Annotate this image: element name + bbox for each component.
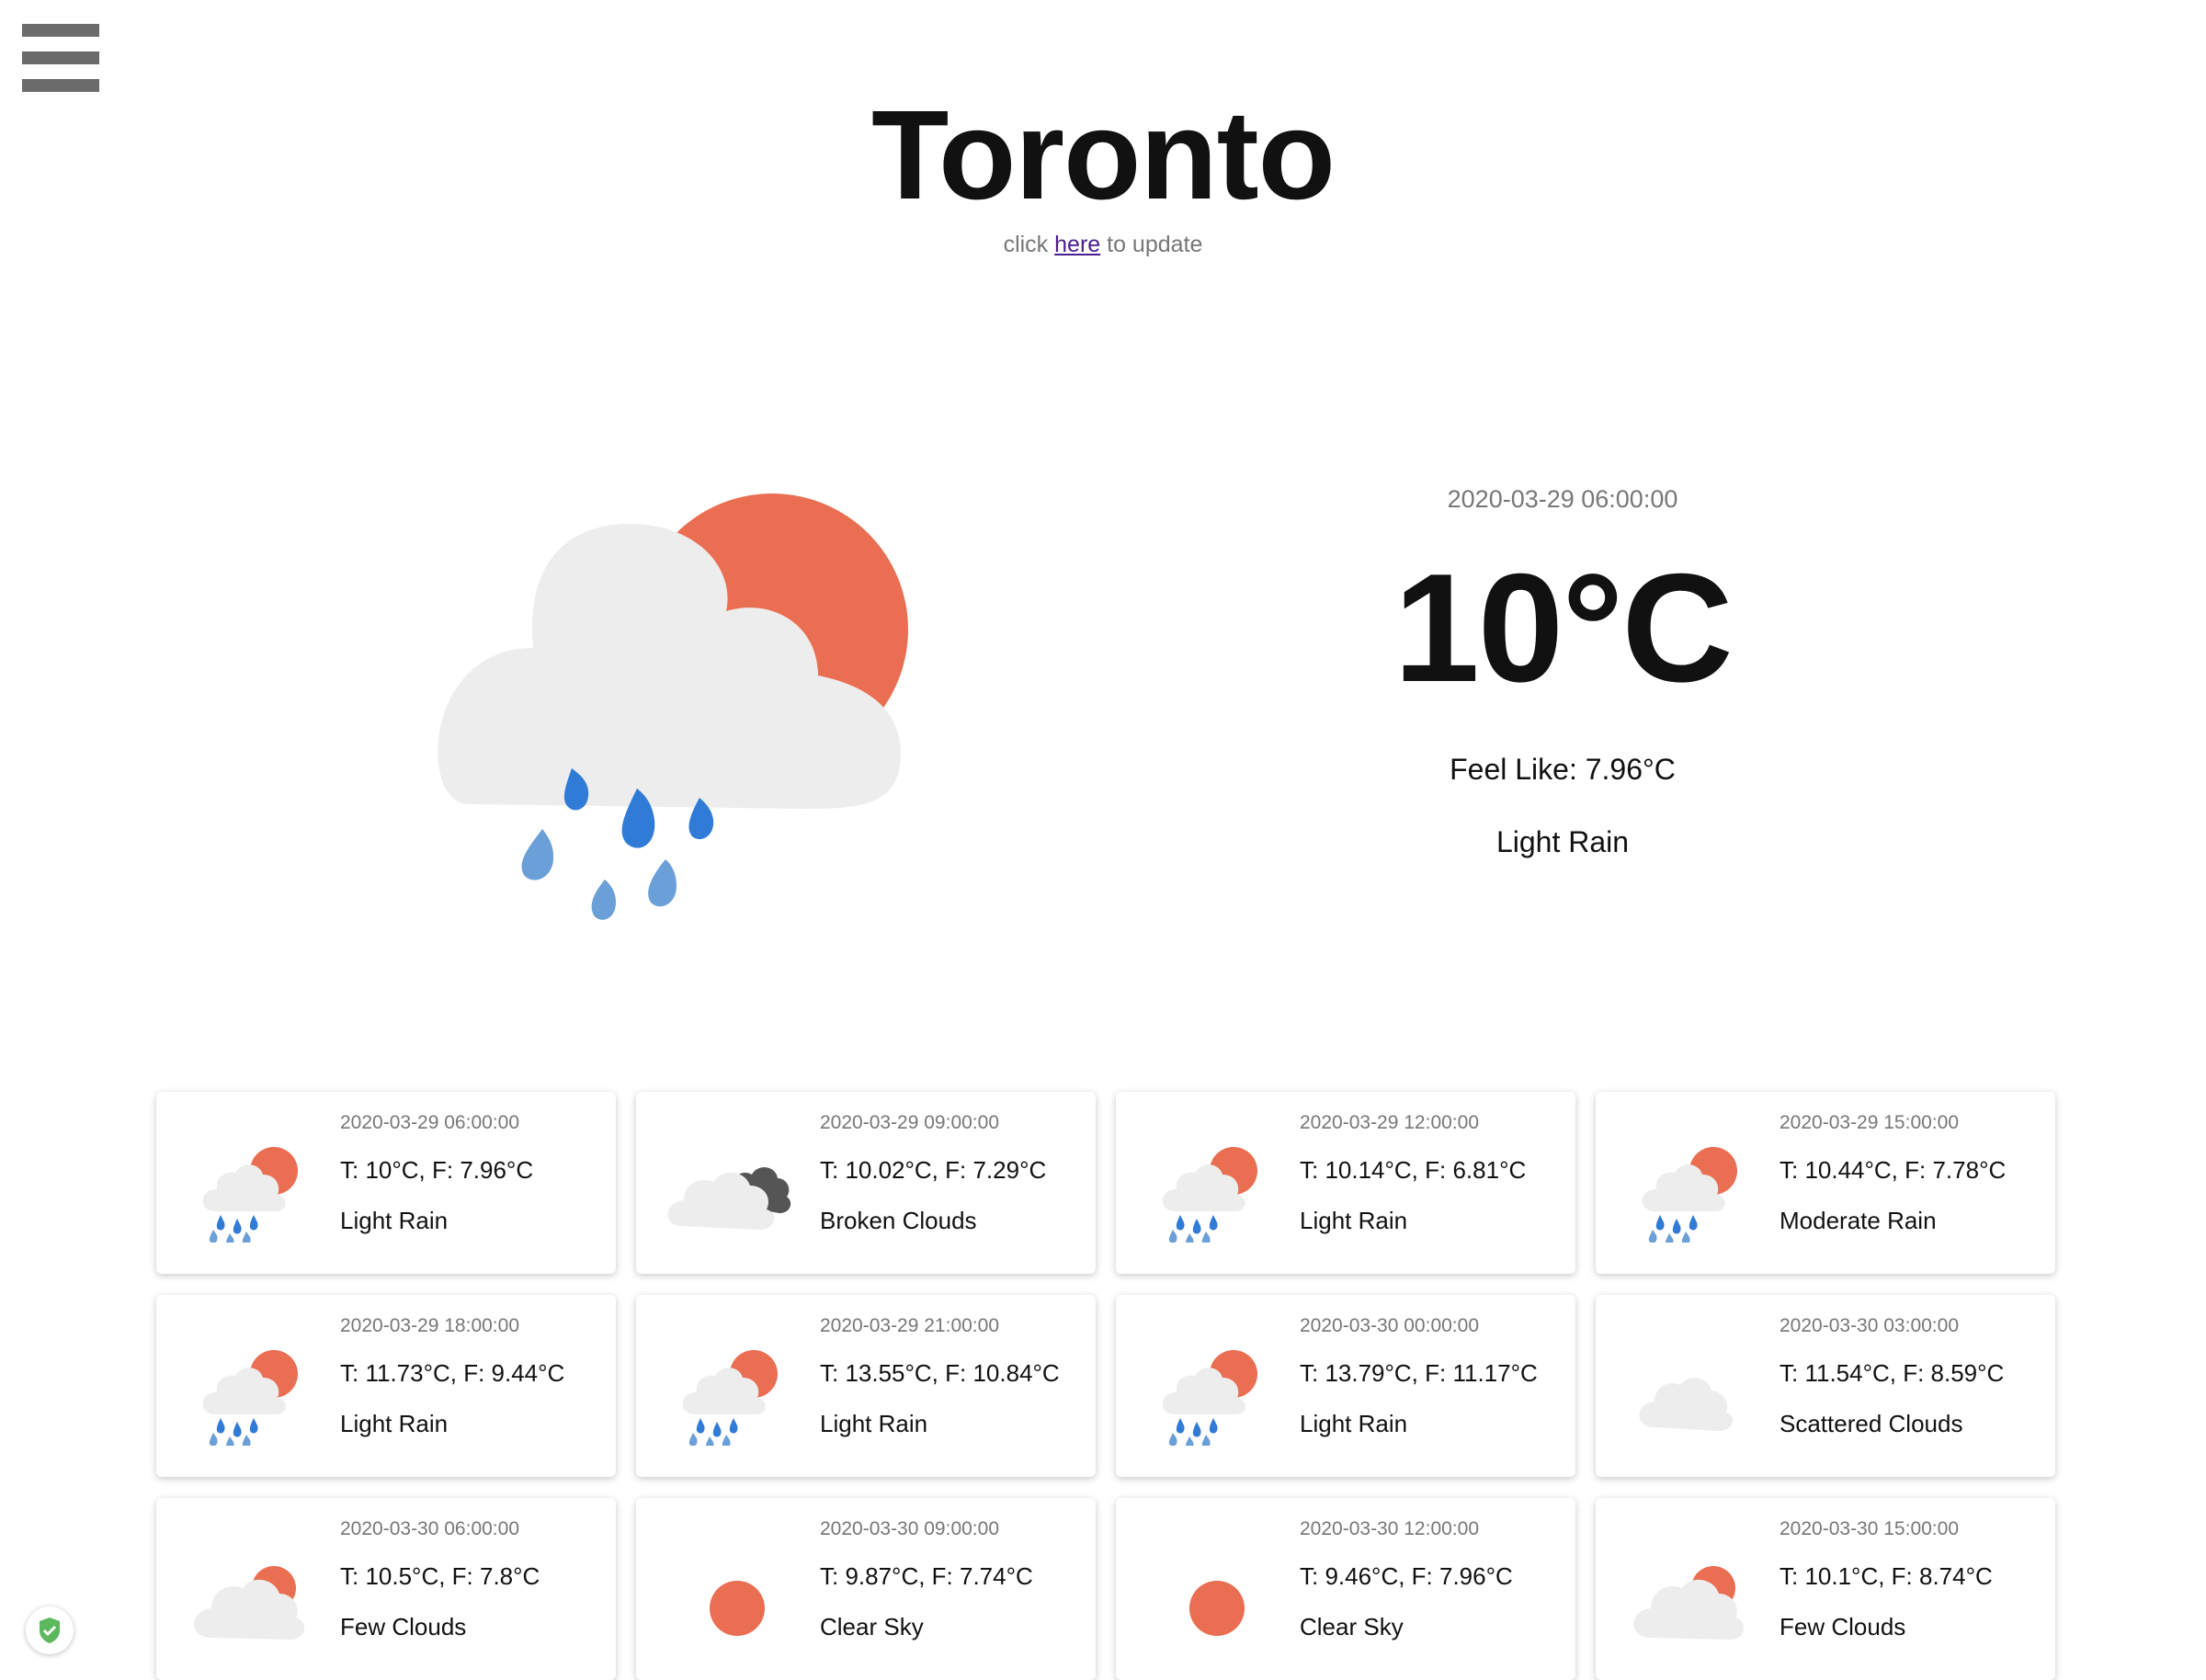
forecast-description: Light Rain xyxy=(1300,1207,1408,1234)
current-temperature: 10°C xyxy=(1393,541,1733,714)
forecast-datetime: 2020-03-29 21:00:00 xyxy=(820,1315,999,1336)
forecast-card: 2020-03-29 18:00:00 T: 11.73°C, F: 9.44°C… xyxy=(156,1295,616,1477)
broken-clouds-icon xyxy=(667,1167,791,1230)
sun-cloud-icon xyxy=(1633,1566,1745,1640)
forecast-card: 2020-03-29 06:00:00 T: 10°C, F: 7.96°C Lig… xyxy=(156,1092,616,1274)
forecast-card: 2020-03-30 09:00:00 T: 9.87°C, F: 7.74°C C… xyxy=(636,1498,1096,1680)
update-line: click here to update xyxy=(0,232,2206,258)
update-prefix: click xyxy=(1003,232,1055,257)
forecast-card: 2020-03-29 15:00:00 T: 10.44°C, F: 7.78°C… xyxy=(1596,1092,2055,1274)
forecast-card: 2020-03-29 09:00:00 T: 10.02°C, F: 7.29°C… xyxy=(636,1092,1096,1274)
page-header: Toronto click here to update xyxy=(0,92,2206,258)
forecast-card: 2020-03-30 06:00:00 T: 10.5°C, F: 7.8°C Fe… xyxy=(156,1498,616,1680)
sun-cloud-rain-icon xyxy=(202,1147,298,1243)
forecast-datetime: 2020-03-30 06:00:00 xyxy=(340,1518,519,1539)
forecast-card: 2020-03-30 12:00:00 T: 9.46°C, F: 7.96°C C… xyxy=(1116,1498,1575,1680)
sun-cloud-rain-icon xyxy=(1642,1147,1737,1243)
cloud-icon xyxy=(1639,1378,1733,1431)
current-feels-like: Feel Like: 7.96°C xyxy=(1450,753,1676,786)
current-datetime: 2020-03-29 06:00:00 xyxy=(1447,485,1678,513)
forecast-datetime: 2020-03-30 09:00:00 xyxy=(820,1518,999,1539)
forecast-datetime: 2020-03-30 12:00:00 xyxy=(1300,1518,1479,1539)
sun-cloud-rain-icon xyxy=(682,1350,778,1446)
sun-cloud-rain-icon xyxy=(438,494,908,920)
sun-cloud-rain-icon xyxy=(1162,1147,1257,1243)
forecast-card: 2020-03-29 21:00:00 T: 13.55°C, F: 10.84°… xyxy=(636,1295,1096,1477)
security-extension-button[interactable] xyxy=(26,1606,74,1654)
forecast-temperatures: T: 10.02°C, F: 7.29°C xyxy=(820,1156,1047,1184)
sun-cloud-rain-icon xyxy=(202,1350,298,1446)
forecast-description: Light Rain xyxy=(1300,1410,1408,1437)
menu-bar-icon xyxy=(22,24,99,37)
forecast-description: Few Clouds xyxy=(340,1613,467,1640)
forecast-card: 2020-03-30 15:00:00 T: 10.1°C, F: 8.74°C F… xyxy=(1596,1498,2055,1680)
forecast-datetime: 2020-03-29 09:00:00 xyxy=(820,1112,999,1133)
forecast-card: 2020-03-30 03:00:00 T: 11.54°C, F: 8.59°C… xyxy=(1596,1295,2055,1477)
shield-check-icon xyxy=(40,1618,60,1643)
hamburger-menu-button[interactable] xyxy=(22,22,99,94)
current-weather: 2020-03-29 06:00:00 10°C Feel Like: 7.96… xyxy=(1333,485,1792,859)
forecast-temperatures: T: 9.87°C, F: 7.74°C xyxy=(820,1562,1033,1590)
forecast-description: Clear Sky xyxy=(1300,1613,1404,1640)
city-title: Toronto xyxy=(871,85,1336,226)
forecast-description: Light Rain xyxy=(340,1207,449,1234)
forecast-description: Light Rain xyxy=(820,1410,928,1437)
forecast-datetime: 2020-03-29 18:00:00 xyxy=(340,1315,519,1336)
forecast-temperatures: T: 13.55°C, F: 10.84°C xyxy=(820,1359,1060,1387)
forecast-temperatures: T: 11.73°C, F: 9.44°C xyxy=(340,1359,565,1387)
forecast-datetime: 2020-03-30 15:00:00 xyxy=(1780,1518,1959,1539)
menu-bar-icon xyxy=(22,51,99,64)
sun-cloud-icon xyxy=(194,1566,305,1640)
current-description: Light Rain xyxy=(1495,825,1630,858)
sun-cloud-rain-icon xyxy=(1162,1350,1257,1446)
menu-bar-icon xyxy=(22,79,99,92)
forecast-datetime: 2020-03-29 15:00:00 xyxy=(1780,1112,1959,1133)
forecast-description: Light Rain xyxy=(340,1410,449,1437)
sun-icon xyxy=(710,1581,765,1636)
forecast-description: Clear Sky xyxy=(820,1613,924,1640)
forecast-temperatures: T: 10.14°C, F: 6.81°C xyxy=(1300,1156,1527,1184)
forecast-temperatures: T: 11.54°C, F: 8.59°C xyxy=(1780,1359,2005,1387)
forecast-temperatures: T: 9.46°C, F: 7.96°C xyxy=(1300,1562,1513,1590)
sun-icon xyxy=(1189,1581,1245,1636)
forecast-temperatures: T: 10°C, F: 7.96°C xyxy=(340,1156,534,1184)
forecast-card: 2020-03-29 12:00:00 T: 10.14°C, F: 6.81°C… xyxy=(1116,1092,1575,1274)
forecast-description: Broken Clouds xyxy=(820,1207,977,1234)
forecast-temperatures: T: 10.5°C, F: 7.8°C xyxy=(340,1562,540,1590)
forecast-description: Few Clouds xyxy=(1780,1613,1906,1640)
forecast-card: 2020-03-30 00:00:00 T: 13.79°C, F: 11.17°… xyxy=(1116,1295,1575,1477)
forecast-datetime: 2020-03-29 06:00:00 xyxy=(340,1112,519,1133)
forecast-temperatures: T: 13.79°C, F: 11.17°C xyxy=(1300,1359,1538,1387)
forecast-datetime: 2020-03-30 00:00:00 xyxy=(1300,1315,1479,1336)
update-link[interactable]: here xyxy=(1054,232,1100,257)
forecast-temperatures: T: 10.1°C, F: 8.74°C xyxy=(1780,1562,1993,1590)
update-suffix: to update xyxy=(1100,232,1203,257)
forecast-description: Moderate Rain xyxy=(1780,1207,1937,1234)
forecast-description: Scattered Clouds xyxy=(1780,1410,1963,1437)
forecast-datetime: 2020-03-29 12:00:00 xyxy=(1300,1112,1479,1133)
forecast-datetime: 2020-03-30 03:00:00 xyxy=(1780,1315,1959,1336)
forecast-temperatures: T: 10.44°C, F: 7.78°C xyxy=(1780,1156,2007,1184)
